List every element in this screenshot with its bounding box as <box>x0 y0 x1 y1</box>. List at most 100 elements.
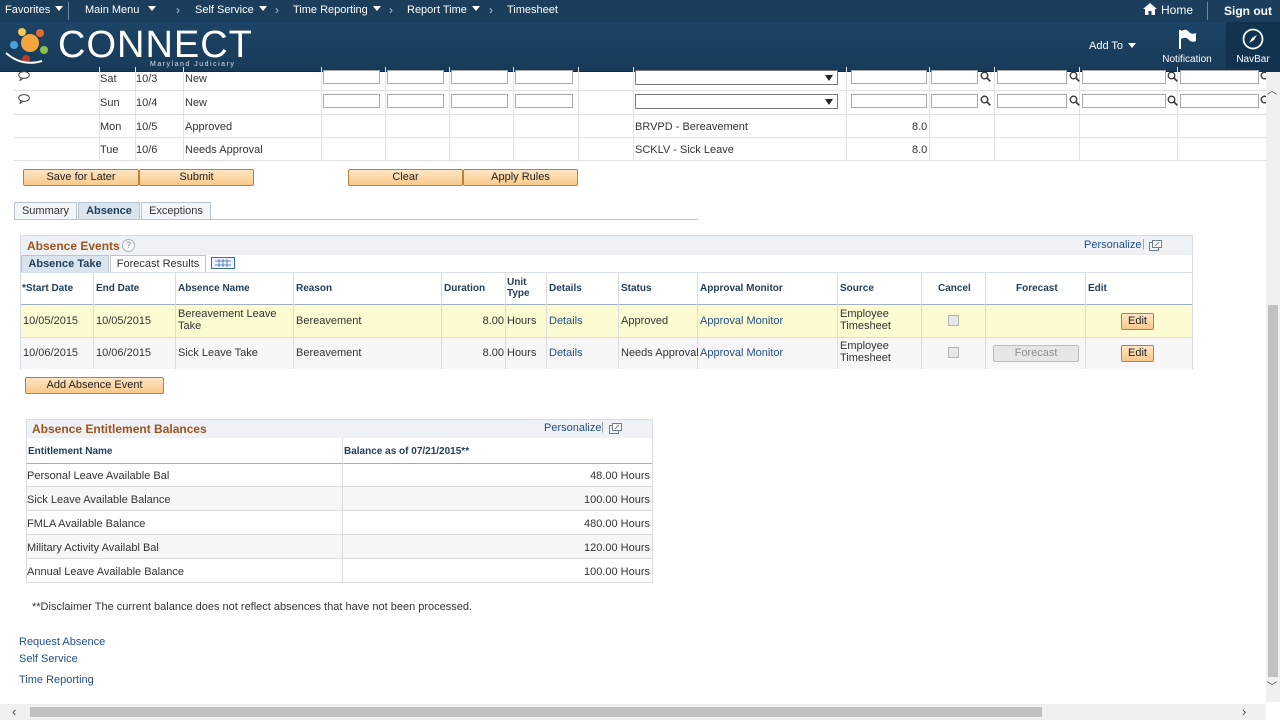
quantity-input[interactable] <box>851 70 927 84</box>
entitlement-name: Sick Leave Available Balance <box>27 494 171 506</box>
status-label: Approved <box>185 121 233 133</box>
column-divider <box>385 91 386 114</box>
breadcrumb-separator-icon: › <box>176 3 180 17</box>
apply-rules-button[interactable]: Apply Rules <box>463 169 578 186</box>
lookup-icon[interactable] <box>1069 71 1080 82</box>
edit-button[interactable]: Edit <box>1121 313 1154 330</box>
compass-icon <box>1242 28 1264 50</box>
lookup-icon[interactable] <box>980 71 991 82</box>
scroll-down-icon[interactable]: ﹀ <box>1267 678 1277 693</box>
time-input[interactable] <box>515 70 573 84</box>
tab-exceptions[interactable]: Exceptions <box>141 202 211 220</box>
time-input[interactable] <box>387 70 444 84</box>
column-divider <box>449 138 450 160</box>
time-input[interactable] <box>451 70 508 84</box>
time-input[interactable] <box>387 94 444 108</box>
column-divider <box>633 91 634 114</box>
scroll-up-icon[interactable]: ︿ <box>1267 82 1277 97</box>
navbar-button[interactable]: NavBar <box>1226 22 1280 72</box>
time-reporting-code-select[interactable] <box>635 94 838 109</box>
lookup-input[interactable] <box>931 70 978 84</box>
popout-icon[interactable] <box>609 423 622 434</box>
column-divider <box>1085 272 1086 369</box>
lookup-input[interactable] <box>1082 70 1166 84</box>
favorites-menu[interactable]: Favorites <box>5 4 64 16</box>
subtab-forecast-results[interactable]: Forecast Results <box>110 255 206 273</box>
lookup-icon[interactable] <box>1167 95 1178 106</box>
time-reporting-code-select[interactable] <box>635 70 838 85</box>
lookup-icon[interactable] <box>1069 95 1080 106</box>
popout-icon[interactable] <box>1149 240 1162 251</box>
lookup-icon[interactable] <box>1167 71 1178 82</box>
lookup-input[interactable] <box>1180 70 1259 84</box>
forecast-button: Forecast <box>993 345 1079 362</box>
approval-monitor-link[interactable]: Approval Monitor <box>700 347 783 359</box>
scroll-left-icon[interactable]: ‹ <box>12 704 16 719</box>
breadcrumb-time-reporting[interactable]: Time Reporting <box>293 4 381 16</box>
column-divider <box>929 115 930 137</box>
cancel-checkbox[interactable] <box>948 347 959 358</box>
subtab-absence-take[interactable]: Absence Take <box>21 255 109 273</box>
clear-button[interactable]: Clear <box>348 169 463 186</box>
column-divider <box>385 67 386 90</box>
horizontal-scroll-thumb[interactable] <box>30 707 1042 717</box>
tab-absence[interactable]: Absence <box>78 202 140 220</box>
absence-events-title: Absence Events <box>27 239 120 253</box>
col-details: Details <box>549 283 582 294</box>
help-icon[interactable]: ? <box>122 239 135 252</box>
column-divider <box>385 138 386 160</box>
quantity-input[interactable] <box>851 94 927 108</box>
column-divider <box>994 138 995 160</box>
sign-out-link[interactable]: Sign out <box>1224 4 1272 18</box>
lookup-input[interactable] <box>1180 94 1259 108</box>
add-to-label: Add To <box>1089 40 1124 52</box>
col-reason: Reason <box>296 283 333 294</box>
column-divider <box>618 272 619 369</box>
details-link[interactable]: Details <box>549 347 583 359</box>
time-input[interactable] <box>451 94 508 108</box>
lookup-input[interactable] <box>931 94 978 108</box>
column-divider <box>1079 115 1080 137</box>
column-divider <box>633 138 634 160</box>
grid-view-icon[interactable] <box>211 257 235 269</box>
lookup-input[interactable] <box>997 94 1067 108</box>
time-input[interactable] <box>323 94 380 108</box>
approval-monitor-link[interactable]: Approval Monitor <box>700 315 783 327</box>
self-service-link[interactable]: Self Service <box>19 653 78 665</box>
breadcrumb-report-time[interactable]: Report Time <box>407 4 480 16</box>
chevron-down-icon <box>471 6 480 11</box>
time-input[interactable] <box>323 70 380 84</box>
scroll-right-icon[interactable]: › <box>1242 704 1246 719</box>
cancel-checkbox[interactable] <box>948 315 959 326</box>
start-date: 10/05/2015 <box>23 315 79 327</box>
lookup-icon[interactable] <box>980 95 991 106</box>
tab-summary[interactable]: Summary <box>14 202 77 220</box>
breadcrumb-timesheet[interactable]: Timesheet <box>507 4 558 16</box>
main-menu[interactable]: Main Menu <box>85 4 157 16</box>
home-link[interactable]: Home <box>1143 3 1193 17</box>
comment-icon[interactable] <box>18 94 30 107</box>
personalize-link[interactable]: Personalize <box>544 422 601 434</box>
save-for-later-button[interactable]: Save for Later <box>23 169 139 186</box>
add-to-menu[interactable]: Add To <box>1089 40 1137 52</box>
edit-button[interactable]: Edit <box>1121 345 1154 362</box>
lookup-input[interactable] <box>1082 94 1166 108</box>
comment-icon[interactable] <box>18 71 30 84</box>
submit-button[interactable]: Submit <box>139 169 254 186</box>
entitlement-balances-title: Absence Entitlement Balances <box>32 422 207 436</box>
timesheet-row: Sun 10/4 New <box>14 91 1271 115</box>
request-absence-link[interactable]: Request Absence <box>19 636 105 648</box>
time-reporting-link[interactable]: Time Reporting <box>19 674 94 686</box>
column-divider <box>1079 138 1080 160</box>
column-divider <box>929 138 930 160</box>
notification-button[interactable]: Notification <box>1158 26 1216 65</box>
time-input[interactable] <box>515 94 573 108</box>
col-end-date: End Date <box>96 283 140 294</box>
details-link[interactable]: Details <box>549 315 583 327</box>
vertical-scroll-thumb[interactable] <box>1268 305 1278 677</box>
lookup-input[interactable] <box>997 70 1067 84</box>
column-divider <box>183 138 184 160</box>
breadcrumb-self-service[interactable]: Self Service <box>195 4 267 16</box>
personalize-link[interactable]: Personalize <box>1084 239 1141 251</box>
add-absence-event-button[interactable]: Add Absence Event <box>25 377 164 394</box>
